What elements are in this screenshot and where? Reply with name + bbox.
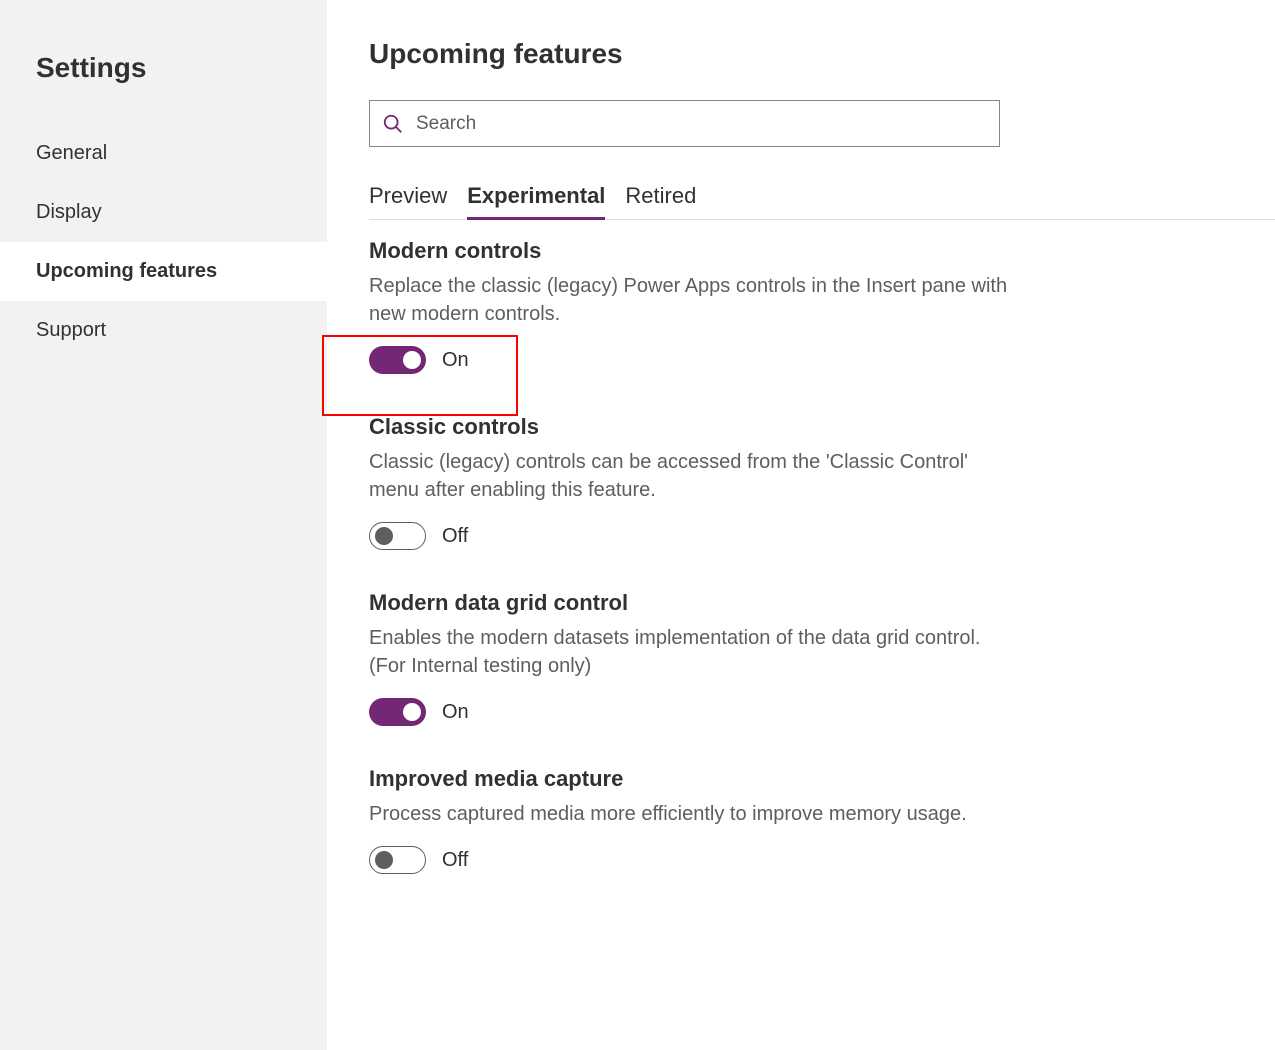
- sidebar-item-upcoming-features[interactable]: Upcoming features: [0, 242, 327, 301]
- toggle-row: On: [369, 346, 1009, 374]
- toggle-label: On: [442, 701, 469, 724]
- toggle-label: On: [442, 349, 469, 372]
- toggle-classic-controls[interactable]: [369, 522, 426, 550]
- toggle-knob: [375, 527, 393, 545]
- toggle-knob: [375, 851, 393, 869]
- search-box[interactable]: [369, 100, 1000, 147]
- feature-description: Process captured media more efficiently …: [369, 800, 1009, 828]
- main-content: Upcoming features Preview Experimental R…: [327, 0, 1275, 1050]
- toggle-row: Off: [369, 846, 1009, 874]
- sidebar: Settings General Display Upcoming featur…: [0, 0, 327, 1050]
- toggle-modern-controls[interactable]: [369, 346, 426, 374]
- toggle-improved-media-capture[interactable]: [369, 846, 426, 874]
- feature-modern-controls: Modern controls Replace the classic (leg…: [369, 238, 1009, 374]
- sidebar-item-general[interactable]: General: [0, 124, 327, 183]
- tab-experimental[interactable]: Experimental: [467, 175, 605, 219]
- feature-title: Improved media capture: [369, 766, 1009, 792]
- toggle-row: On: [369, 698, 1009, 726]
- toggle-label: Off: [442, 849, 468, 872]
- feature-classic-controls: Classic controls Classic (legacy) contro…: [369, 414, 1009, 550]
- sidebar-title: Settings: [0, 52, 327, 124]
- toggle-knob: [403, 703, 421, 721]
- toggle-modern-data-grid[interactable]: [369, 698, 426, 726]
- feature-title: Modern controls: [369, 238, 1009, 264]
- tab-preview[interactable]: Preview: [369, 175, 447, 219]
- toggle-row: Off: [369, 522, 1009, 550]
- toggle-label: Off: [442, 525, 468, 548]
- feature-description: Enables the modern datasets implementati…: [369, 624, 1009, 680]
- sidebar-item-display[interactable]: Display: [0, 183, 327, 242]
- feature-title: Classic controls: [369, 414, 1009, 440]
- feature-title: Modern data grid control: [369, 590, 1009, 616]
- search-input[interactable]: [416, 113, 987, 135]
- sidebar-item-support[interactable]: Support: [0, 301, 327, 360]
- tab-retired[interactable]: Retired: [625, 175, 696, 219]
- page-title: Upcoming features: [369, 38, 1275, 70]
- feature-description: Classic (legacy) controls can be accesse…: [369, 448, 1009, 504]
- search-icon: [382, 113, 404, 135]
- tabs: Preview Experimental Retired: [369, 175, 1275, 220]
- toggle-knob: [403, 351, 421, 369]
- feature-modern-data-grid: Modern data grid control Enables the mod…: [369, 590, 1009, 726]
- feature-description: Replace the classic (legacy) Power Apps …: [369, 272, 1009, 328]
- feature-improved-media-capture: Improved media capture Process captured …: [369, 766, 1009, 874]
